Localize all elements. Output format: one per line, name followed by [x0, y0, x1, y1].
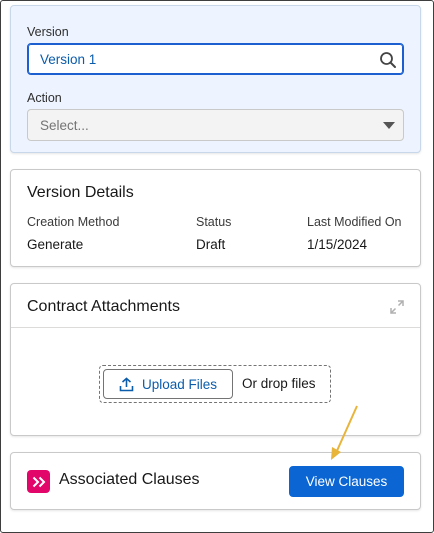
creation-method-header: Creation Method [27, 215, 120, 229]
version-label: Version [27, 25, 69, 39]
search-icon[interactable] [379, 51, 397, 69]
action-select[interactable]: Select... [27, 109, 404, 141]
creation-method-value: Generate [27, 237, 84, 252]
action-label: Action [27, 91, 62, 105]
version-input[interactable]: Version 1 [27, 43, 404, 75]
attachments-divider [11, 327, 420, 328]
upload-icon [119, 376, 134, 391]
version-details-title: Version Details [27, 184, 134, 201]
expand-icon[interactable] [390, 300, 404, 314]
version-input-value: Version 1 [40, 52, 97, 67]
drop-files-text: Or drop files [242, 376, 316, 391]
associated-clauses-title: Associated Clauses [59, 471, 200, 488]
panel-frame: Version Version 1 Action Select... Versi… [0, 0, 434, 533]
contract-attachments-title: Contract Attachments [27, 298, 180, 315]
double-chevron-right-icon [27, 470, 50, 493]
annotation-arrow-icon [331, 405, 358, 460]
action-select-placeholder: Select... [40, 118, 89, 133]
status-header: Status [196, 215, 232, 229]
view-clauses-button[interactable]: View Clauses [289, 466, 404, 497]
last-modified-value: 1/15/2024 [307, 237, 368, 252]
upload-files-button[interactable]: Upload Files [103, 369, 233, 399]
upload-files-label: Upload Files [141, 376, 218, 392]
status-value: Draft [196, 237, 226, 252]
chevron-down-icon[interactable] [383, 122, 395, 130]
last-modified-header: Last Modified On [307, 215, 402, 229]
file-dropzone[interactable]: Upload Files Or drop files [99, 365, 331, 403]
version-details-card: Version Details Creation Method Status L… [10, 169, 421, 267]
version-action-card: Version Version 1 Action Select... [10, 5, 421, 153]
